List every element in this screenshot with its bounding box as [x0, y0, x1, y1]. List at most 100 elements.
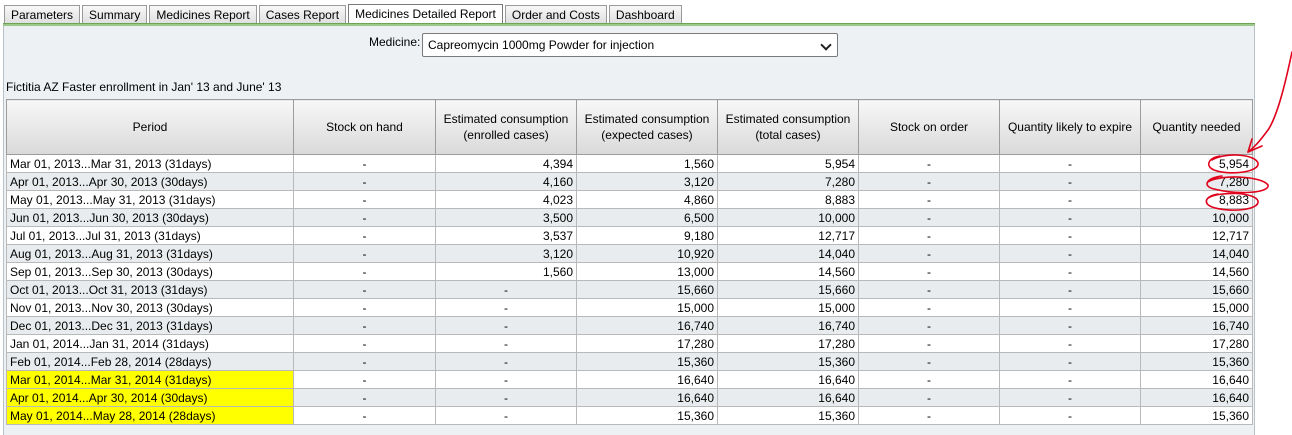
- cell-likely-to-expire: -: [999, 262, 1141, 281]
- cell-likely-to-expire: -: [999, 244, 1141, 263]
- cell-stock-on-order: -: [858, 406, 1000, 425]
- cell-enrolled: -: [435, 352, 577, 371]
- cell-stock-on-order: -: [858, 334, 1000, 353]
- cell-period: Aug 01, 2013...Aug 31, 2013 (31days): [6, 244, 294, 263]
- col-header-stock-on-hand[interactable]: Stock on hand: [293, 99, 436, 155]
- report-panel: Medicine: Capreomycin 1000mg Powder for …: [3, 26, 1255, 435]
- report-title: Fictitia AZ Faster enrollment in Jan' 13…: [6, 80, 282, 94]
- table-row[interactable]: Jun 01, 2013...Jun 30, 2013 (30days) -3,5…: [6, 208, 1253, 227]
- col-header-expected[interactable]: Estimated consumption (expected cases): [576, 99, 718, 155]
- col-header-total[interactable]: Estimated consumption (total cases): [717, 99, 859, 155]
- cell-period: Jun 01, 2013...Jun 30, 2013 (30days): [6, 208, 294, 227]
- cell-stock-on-order: -: [858, 298, 1000, 317]
- cell-likely-to-expire: -: [999, 208, 1141, 227]
- cell-stock-on-hand: -: [293, 244, 436, 263]
- table-row[interactable]: Dec 01, 2013...Dec 31, 2013 (31days) - -16…: [6, 316, 1253, 335]
- cell-enrolled: 3,500: [435, 208, 577, 227]
- cell-quantity-needed: 16,740: [1140, 316, 1253, 335]
- table-row[interactable]: Apr 01, 2014...Apr 30, 2014 (30days) - -16…: [6, 388, 1253, 407]
- cell-stock-on-hand: -: [293, 208, 436, 227]
- cell-expected: 16,740: [576, 316, 718, 335]
- cell-period: Sep 01, 2013...Sep 30, 2013 (30days): [6, 262, 294, 281]
- medicine-select[interactable]: Capreomycin 1000mg Powder for injection: [422, 33, 838, 57]
- table-row[interactable]: Mar 01, 2013...Mar 31, 2013 (31days) -4,3…: [6, 154, 1253, 173]
- table-row[interactable]: May 01, 2013...May 31, 2013 (31days) -4,0…: [6, 190, 1253, 209]
- cell-period: Mar 01, 2014...Mar 31, 2014 (31days): [6, 370, 294, 389]
- col-header-stock-on-order[interactable]: Stock on order: [858, 99, 1000, 155]
- cell-period: May 01, 2013...May 31, 2013 (31days): [6, 190, 294, 209]
- tab-dashboard[interactable]: Dashboard: [608, 5, 682, 24]
- cell-likely-to-expire: -: [999, 352, 1141, 371]
- cell-enrolled: 4,160: [435, 172, 577, 191]
- table-row[interactable]: Jan 01, 2014...Jan 31, 2014 (31days) - -17…: [6, 334, 1253, 353]
- cell-expected: 10,920: [576, 244, 718, 263]
- cell-stock-on-hand: -: [293, 262, 436, 281]
- cell-period: Apr 01, 2014...Apr 30, 2014 (30days): [6, 388, 294, 407]
- cell-stock-on-order: -: [858, 388, 1000, 407]
- cell-period: Jan 01, 2014...Jan 31, 2014 (31days): [6, 334, 294, 353]
- cell-period: Oct 01, 2013...Oct 31, 2013 (31days): [6, 280, 294, 299]
- medicine-selected-value: Capreomycin 1000mg Powder for injection: [428, 38, 655, 52]
- cell-period: Mar 01, 2013...Mar 31, 2013 (31days): [6, 154, 294, 173]
- cell-total: 16,740: [717, 316, 859, 335]
- cell-stock-on-hand: -: [293, 316, 436, 335]
- cell-quantity-needed: 14,040: [1140, 244, 1253, 263]
- cell-quantity-needed: 17,280: [1140, 334, 1253, 353]
- cell-total: 5,954: [717, 154, 859, 173]
- tab-parameters[interactable]: Parameters: [4, 5, 81, 24]
- cell-period: May 01, 2014...May 28, 2014 (28days): [6, 406, 294, 425]
- table-header-row: Period Stock on hand Estimated consumpti…: [6, 99, 1253, 155]
- table-row[interactable]: Oct 01, 2013...Oct 31, 2013 (31days) - -15…: [6, 280, 1253, 299]
- cell-quantity-needed: 12,717: [1140, 226, 1253, 245]
- cell-total: 16,640: [717, 370, 859, 389]
- table-row[interactable]: Sep 01, 2013...Sep 30, 2013 (30days) -1,5…: [6, 262, 1253, 281]
- tab-medicines-report[interactable]: Medicines Report: [149, 5, 257, 24]
- cell-likely-to-expire: -: [999, 298, 1141, 317]
- cell-enrolled: -: [435, 334, 577, 353]
- tab-summary[interactable]: Summary: [82, 5, 148, 24]
- col-header-quantity-needed[interactable]: Quantity needed: [1140, 99, 1253, 155]
- chevron-down-icon[interactable]: [819, 36, 833, 54]
- table-row[interactable]: Apr 01, 2013...Apr 30, 2013 (30days) -4,1…: [6, 172, 1253, 191]
- table-row[interactable]: Jul 01, 2013...Jul 31, 2013 (31days) -3,5…: [6, 226, 1253, 245]
- cell-enrolled: -: [435, 280, 577, 299]
- cell-total: 15,360: [717, 352, 859, 371]
- table-row[interactable]: Aug 01, 2013...Aug 31, 2013 (31days) -3,1…: [6, 244, 1253, 263]
- cell-likely-to-expire: -: [999, 406, 1141, 425]
- cell-expected: 6,500: [576, 208, 718, 227]
- table-row[interactable]: Mar 01, 2014...Mar 31, 2014 (31days) - -16…: [6, 370, 1253, 389]
- cell-expected: 15,360: [576, 406, 718, 425]
- tab-cases-report[interactable]: Cases Report: [258, 5, 347, 24]
- table-row[interactable]: Nov 01, 2013...Nov 30, 2013 (30days) - -15…: [6, 298, 1253, 317]
- cell-quantity-needed: 15,660: [1140, 280, 1253, 299]
- cell-stock-on-order: -: [858, 172, 1000, 191]
- tab-order-and-costs[interactable]: Order and Costs: [504, 5, 607, 24]
- cell-total: 10,000: [717, 208, 859, 227]
- cell-enrolled: -: [435, 388, 577, 407]
- cell-stock-on-order: -: [858, 226, 1000, 245]
- cell-total: 15,660: [717, 280, 859, 299]
- cell-expected: 15,360: [576, 352, 718, 371]
- cell-period: Dec 01, 2013...Dec 31, 2013 (31days): [6, 316, 294, 335]
- tab-bar: Parameters Summary Medicines Report Cases R…: [4, 4, 684, 24]
- table-row[interactable]: May 01, 2014...May 28, 2014 (28days) - -15…: [6, 406, 1253, 425]
- cell-total: 12,717: [717, 226, 859, 245]
- tab-medicines-detailed-report[interactable]: Medicines Detailed Report: [348, 4, 503, 24]
- cell-stock-on-hand: -: [293, 190, 436, 209]
- col-header-enrolled[interactable]: Estimated consumption (enrolled cases): [435, 99, 577, 155]
- col-header-period[interactable]: Period: [6, 99, 294, 155]
- col-header-likely-to-expire[interactable]: Quantity likely to expire: [999, 99, 1141, 155]
- cell-likely-to-expire: -: [999, 154, 1141, 173]
- cell-stock-on-hand: -: [293, 370, 436, 389]
- cell-expected: 3,120: [576, 172, 718, 191]
- cell-stock-on-hand: -: [293, 172, 436, 191]
- cell-quantity-needed: 16,640: [1140, 370, 1253, 389]
- cell-period: Apr 01, 2013...Apr 30, 2013 (30days): [6, 172, 294, 191]
- table-row[interactable]: Feb 01, 2014...Feb 28, 2014 (28days) - -15…: [6, 352, 1253, 371]
- cell-expected: 13,000: [576, 262, 718, 281]
- cell-total: 15,360: [717, 406, 859, 425]
- cell-period: Feb 01, 2014...Feb 28, 2014 (28days): [6, 352, 294, 371]
- medicines-detailed-table: Period Stock on hand Estimated consumpti…: [6, 99, 1253, 425]
- cell-total: 14,040: [717, 244, 859, 263]
- cell-stock-on-hand: -: [293, 334, 436, 353]
